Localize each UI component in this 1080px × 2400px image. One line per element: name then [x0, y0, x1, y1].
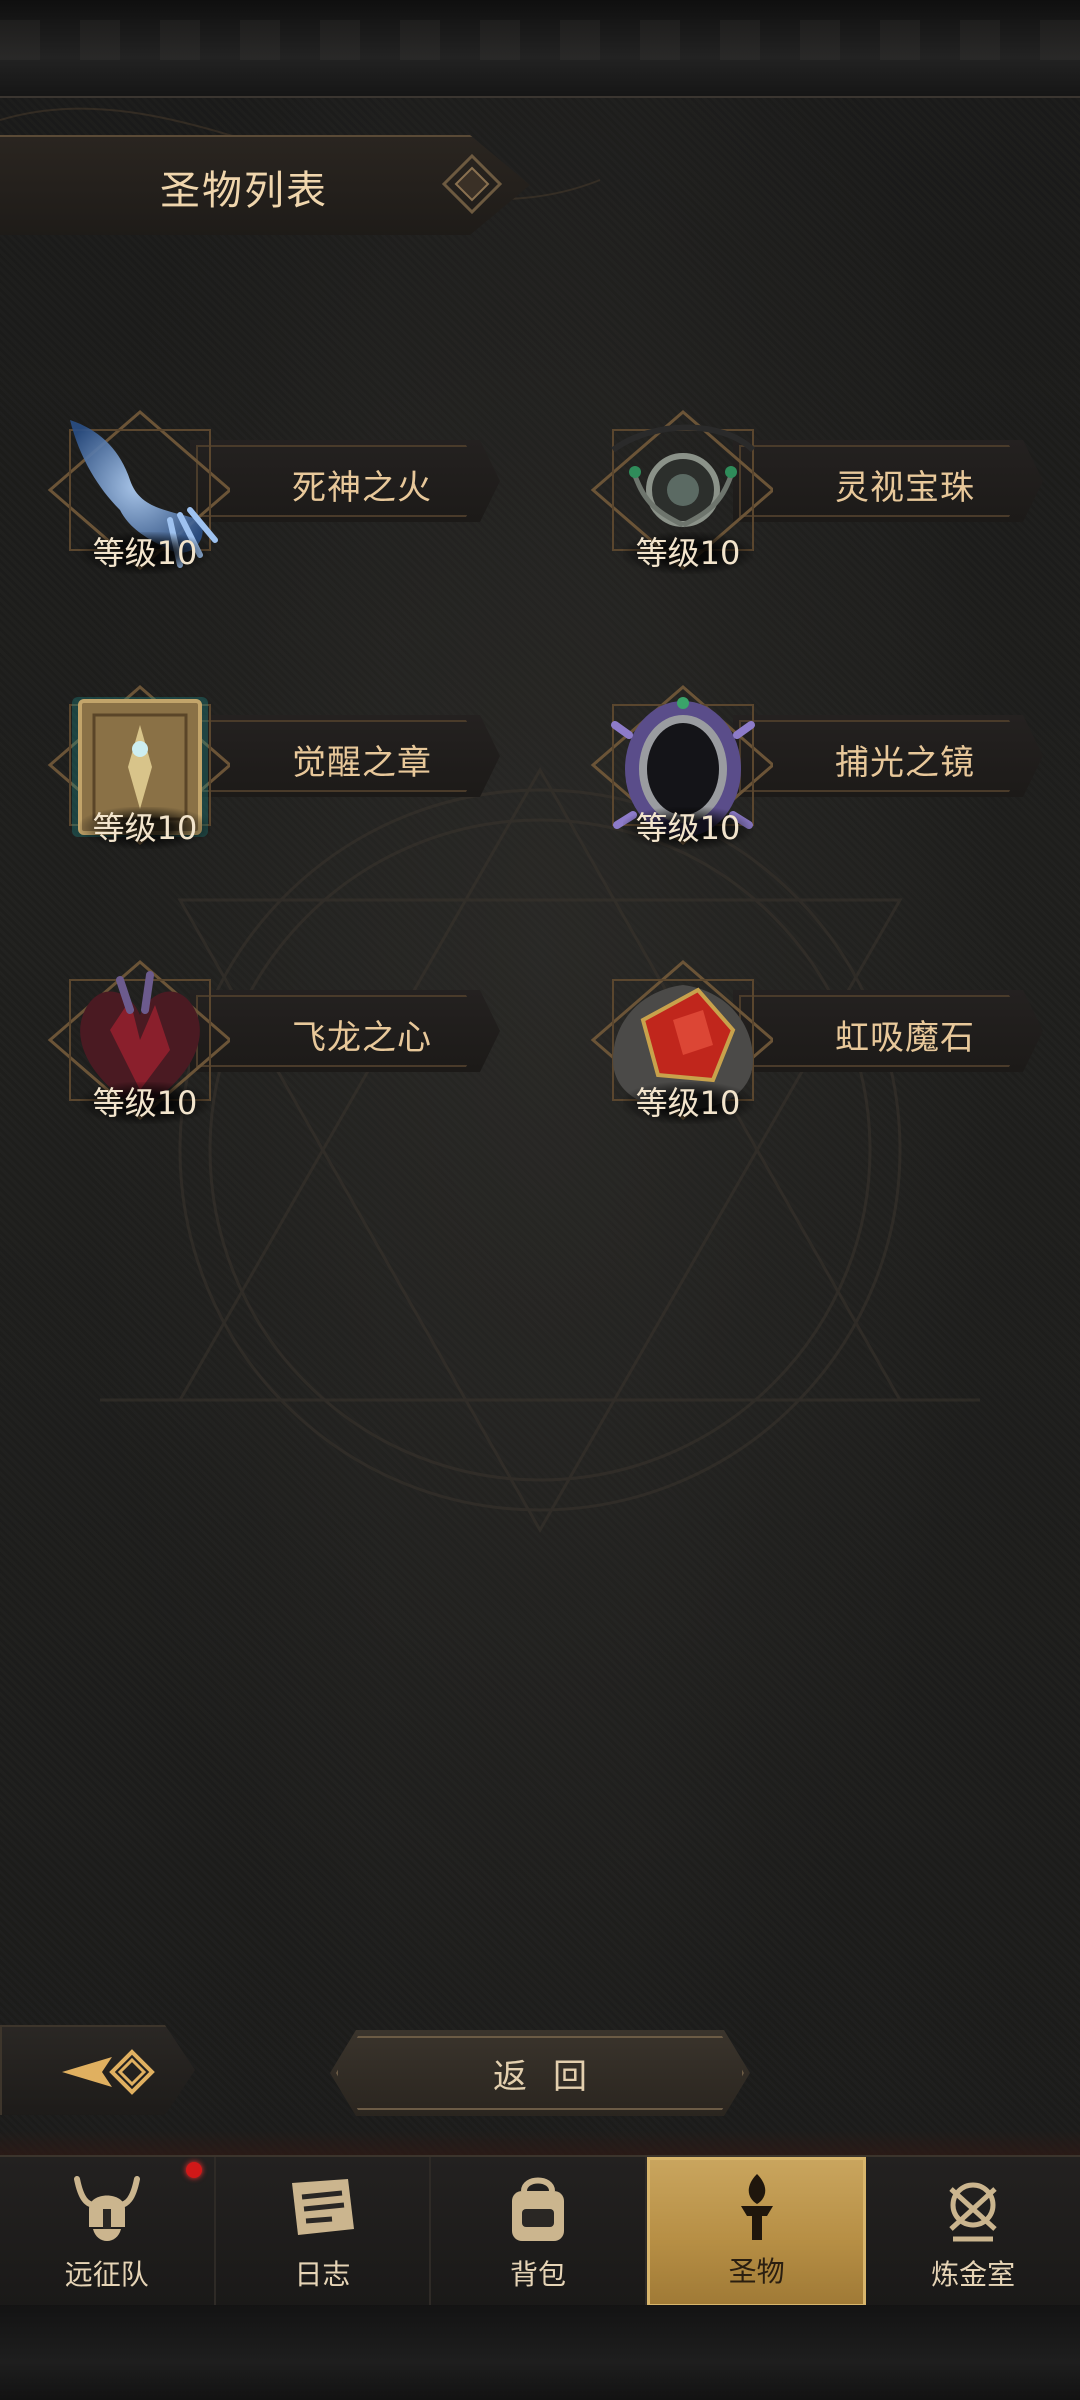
relic-name: 飞龙之心	[292, 1018, 432, 1058]
relic-name: 虹吸魔石	[835, 1018, 975, 1058]
back-button[interactable]: 返回	[330, 2030, 750, 2116]
bottom-decoration	[0, 2130, 1080, 2158]
diamond-ornament-icon	[441, 153, 503, 215]
top-frame	[0, 0, 1080, 98]
relic-card[interactable]: 灵视宝珠 等级10	[543, 380, 1063, 580]
nav-item-alchemy[interactable]: 炼金室	[866, 2157, 1080, 2307]
bottom-nav: 远征队 日志 背包 圣物 炼金室	[0, 2155, 1080, 2309]
nav-item-journal[interactable]: 日志	[216, 2157, 432, 2307]
relic-level: 等级10	[623, 1082, 753, 1124]
nav-item-relics[interactable]: 圣物	[646, 2157, 867, 2307]
relic-name: 捕光之镜	[835, 743, 975, 783]
relic-card[interactable]: 虹吸魔石 等级10	[543, 930, 1063, 1130]
relic-level: 等级10	[80, 532, 210, 574]
page-title: 圣物列表	[160, 168, 328, 214]
torch-icon	[740, 2174, 773, 2240]
side-toggle-tab[interactable]	[0, 2025, 195, 2115]
nav-item-expedition[interactable]: 远征队	[0, 2157, 216, 2307]
nav-label: 远征队	[64, 2258, 149, 2291]
relic-name: 死神之火	[292, 468, 432, 508]
notification-badge	[186, 2162, 202, 2178]
relic-level: 等级10	[623, 807, 753, 849]
alchemy-icon	[949, 2182, 997, 2242]
relic-card[interactable]: 捕光之镜 等级10	[543, 655, 1063, 855]
relic-card[interactable]: 觉醒之章 等级10	[0, 655, 520, 855]
relic-name: 灵视宝珠	[835, 468, 975, 508]
nav-item-backpack[interactable]: 背包	[431, 2157, 647, 2307]
nav-label: 日志	[294, 2258, 351, 2291]
nav-label: 炼金室	[931, 2258, 1016, 2291]
nav-label: 圣物	[728, 2255, 785, 2288]
nav-label: 背包	[509, 2258, 566, 2291]
scroll-icon	[292, 2179, 355, 2235]
relic-card[interactable]: 飞龙之心 等级10	[0, 930, 520, 1130]
relic-card[interactable]: 死神之火 等级10	[0, 380, 520, 580]
relic-name: 觉醒之章	[292, 743, 432, 783]
viking-helmet-icon	[73, 2176, 140, 2241]
back-button-label: 返回	[493, 2056, 613, 2097]
backpack-icon	[511, 2177, 564, 2241]
relic-level: 等级10	[623, 532, 753, 574]
bottom-frame	[0, 2305, 1080, 2400]
relic-level: 等级10	[80, 1082, 210, 1124]
arrow-left-icon	[62, 2049, 155, 2095]
relic-level: 等级10	[80, 807, 210, 849]
